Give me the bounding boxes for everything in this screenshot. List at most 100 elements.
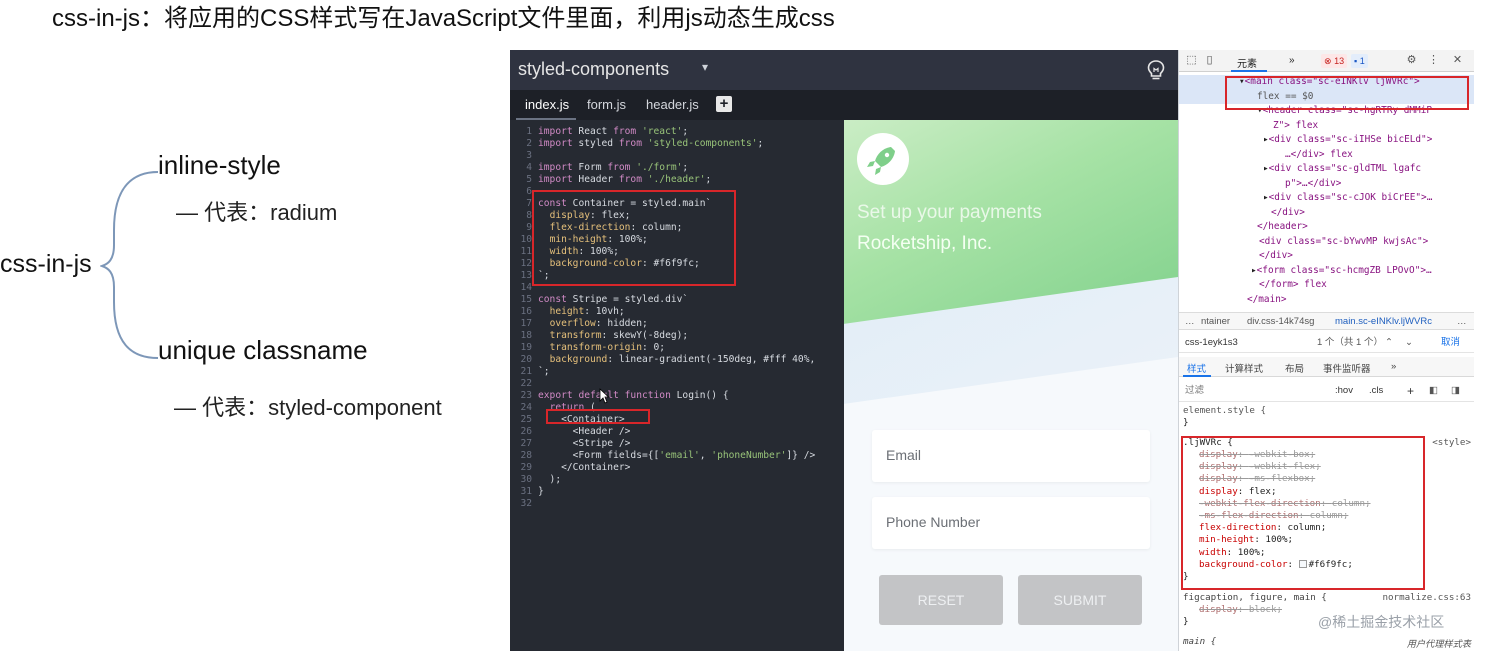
editor-tabbar: index.js form.js header.js [510,90,1178,120]
code-line[interactable]: 28 <Form fields={['email', 'phoneNumber'… [510,450,844,462]
dom-node-div-4-close[interactable]: </div> [1179,249,1474,264]
code-line[interactable]: 29 </Container> [510,462,844,474]
search-cancel-button[interactable]: 取消 [1441,333,1460,353]
tab-index-js[interactable]: index.js [525,97,569,112]
more-tabs[interactable]: » [1289,55,1295,66]
code-line[interactable]: 22 [510,378,844,390]
inspect-element-icon[interactable]: ⬚ [1185,54,1198,67]
device-toggle-icon[interactable]: ▯ [1203,54,1216,67]
tab-elements[interactable]: 元素 [1237,55,1257,70]
code-line[interactable]: 20 background: linear-gradient(-150deg, … [510,354,844,366]
line-number: 13 [520,270,532,281]
code-line[interactable]: 32 [510,498,844,510]
code-text: } [538,486,544,497]
highlight-box-css-rule [1181,436,1425,590]
code-text: height: 10vh; [549,306,625,317]
code-line[interactable]: 27 <Stripe /> [510,438,844,450]
code-line[interactable]: 21 `; [510,366,844,378]
kebab-menu-icon[interactable]: ⋮ [1427,54,1440,67]
error-badge[interactable]: ⊗ 13 [1321,54,1348,68]
dom-node-header-cont[interactable]: Z"> flex [1179,119,1474,134]
dom-node-div-1[interactable]: ▸<div class="sc-iIHSe bicELd"> [1179,133,1474,148]
code-line[interactable]: 19 transform-origin: 0; [510,342,844,354]
add-file-button[interactable]: + [716,96,732,112]
dom-node-form-close[interactable]: </form> flex [1179,278,1474,293]
reset-button[interactable]: RESET [879,575,1003,625]
search-next-icon[interactable]: ⌄ [1405,333,1413,353]
error-count: 13 [1334,56,1345,66]
breadcrumb-more[interactable]: … [1457,314,1467,330]
submit-button[interactable]: SUBMIT [1018,575,1142,625]
code-line[interactable]: 2 import styled from 'styled-components'; [510,138,844,150]
code-line[interactable]: 30 ); [510,474,844,486]
code-line[interactable]: 31} [510,486,844,498]
code-line[interactable]: 1 import React from 'react'; [510,126,844,138]
tab-layout[interactable]: 布局 [1285,361,1304,375]
code-line[interactable]: 17 overflow: hidden; [510,318,844,330]
code-line[interactable]: 3 [510,150,844,162]
phone-number-field[interactable]: Phone Number [872,497,1150,549]
breadcrumb-container[interactable]: ntainer [1201,314,1230,330]
dom-node-main-close[interactable]: </main> [1179,293,1474,308]
code-line[interactable]: 18 transform: skewY(-8deg); [510,330,844,342]
code-line[interactable]: 15 const Stripe = styled.div` [510,294,844,306]
line-number: 8 [526,210,532,221]
dom-node-div-2-close[interactable]: p">…</div> [1179,177,1474,192]
gear-icon[interactable]: ⚙ [1405,54,1418,67]
tab-more[interactable]: » [1391,361,1396,372]
tab-computed[interactable]: 计算样式 [1225,361,1263,375]
code-line[interactable]: 5 import Header from './header'; [510,174,844,186]
tab-event-listeners[interactable]: 事件监听器 [1323,361,1371,375]
element-style-selector[interactable]: element.style { [1179,405,1474,417]
dom-node-div-1-close[interactable]: …</div> flex [1179,148,1474,163]
page-scrollbar[interactable] [1474,50,1497,651]
styles-filter-bar: 过滤 :hov .cls + ◧ ◨ [1179,380,1474,402]
code-text: <Form fields={['email', 'phoneNumber']} … [538,450,816,461]
project-title[interactable]: styled-components [518,59,669,80]
search-prev-icon[interactable]: ⌃ [1385,333,1393,353]
email-field[interactable]: Email [872,430,1150,482]
line-number: 16 [520,306,532,317]
mindmap-branch-unique-classname: unique classname [158,335,368,365]
dom-node-text: </div> [1259,250,1293,261]
dom-node-div-4[interactable]: <div class="sc-bYwvMP kwjsAc"> [1179,235,1474,250]
code-text: import Header from './header'; [538,174,712,185]
styles-filter-input[interactable]: 过滤 [1185,380,1204,402]
code-line[interactable]: 4 import Form from './form'; [510,162,844,174]
rule-source-normalize[interactable]: normalize.css:63 [1382,592,1471,603]
breadcrumb-div[interactable]: div.css-14k74sg [1247,314,1314,330]
dom-node-text: </header> [1257,221,1308,232]
dom-node-div-3-close[interactable]: </div> [1179,206,1474,221]
dom-search-input[interactable]: css-1eyk1s3 [1185,333,1238,353]
tab-styles[interactable]: 样式 [1187,361,1206,375]
devtools-toolbar: ⬚ ▯ 元素 » ⊗ 13 ▪ 1 ⚙ ⋮ ✕ [1179,50,1474,72]
dom-node-form[interactable]: ▸<form class="sc-hcmgZB LPOvO">… [1179,264,1474,279]
breadcrumb-main[interactable]: main.sc-eINKlv.ljWVRc [1335,314,1432,330]
dom-node-header-close[interactable]: </header> [1179,220,1474,235]
code-line[interactable]: 26 <Header /> [510,426,844,438]
close-icon[interactable]: ✕ [1451,54,1464,67]
code-line[interactable]: 16 height: 10vh; [510,306,844,318]
code-text: import styled from 'styled-components'; [538,138,764,149]
sidebar-toggle-icon[interactable]: ◨ [1451,380,1460,402]
line-number: 26 [520,426,532,437]
rule-source-style[interactable]: <style> [1432,437,1471,448]
add-rule-button[interactable]: + [1407,380,1414,402]
dom-node-div-2[interactable]: ▸<div class="sc-gldTML lgafc [1179,162,1474,177]
cls-toggle[interactable]: .cls [1369,380,1383,402]
line-number: 31 [520,486,532,497]
line-number: 11 [520,246,532,257]
paint-icon[interactable]: ◧ [1429,380,1438,402]
lightbulb-icon[interactable] [1146,59,1166,81]
tab-header-js[interactable]: header.js [646,97,699,112]
dom-node-div-3[interactable]: ▸<div class="sc-cJOK biCrEE">… [1179,191,1474,206]
line-number: 2 [526,138,532,149]
tab-form-js[interactable]: form.js [587,97,626,112]
line-number: 7 [526,198,532,209]
code-line[interactable]: 23 export default function Login() { [510,390,844,402]
dom-node-text: </form> flex [1259,279,1327,290]
breadcrumb-ellipsis[interactable]: … [1185,314,1195,330]
message-badge[interactable]: ▪ 1 [1351,54,1368,68]
chevron-down-icon[interactable]: ▾ [702,60,708,74]
hov-toggle[interactable]: :hov [1335,380,1353,402]
